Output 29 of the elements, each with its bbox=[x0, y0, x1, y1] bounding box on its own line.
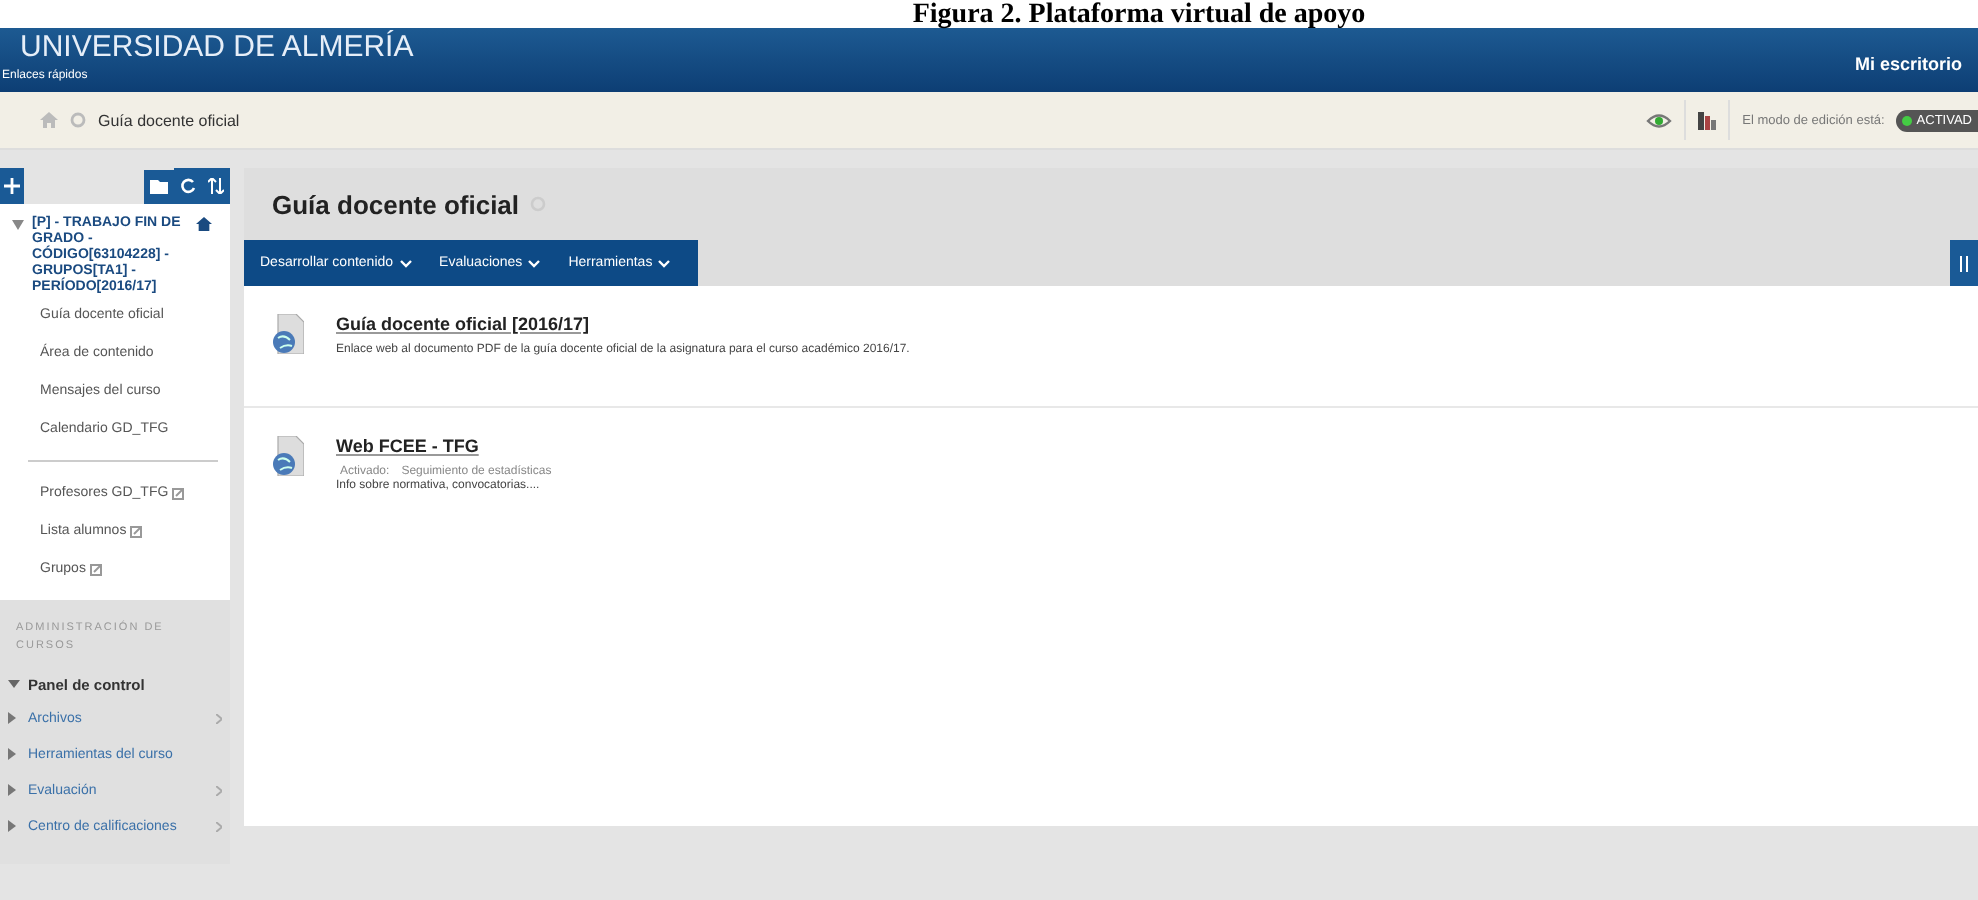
content-item-title[interactable]: Web FCEE - TFG bbox=[336, 436, 552, 456]
collapse-icon[interactable] bbox=[12, 220, 24, 230]
web-link-document-icon bbox=[272, 314, 304, 354]
eye-icon[interactable] bbox=[1646, 111, 1673, 129]
chevron-down-icon bbox=[399, 259, 412, 267]
folder-icon[interactable] bbox=[144, 169, 174, 203]
user-menu-link[interactable]: Mi escritorio bbox=[1854, 54, 1962, 74]
breadcrumb-item[interactable]: Guía docente oficial bbox=[98, 111, 240, 129]
chevron-down-icon bbox=[658, 259, 671, 267]
sort-icon[interactable] bbox=[202, 168, 230, 204]
external-link-icon bbox=[172, 487, 185, 499]
page-title: Guía docente oficial bbox=[272, 189, 520, 219]
expand-arrow-icon[interactable] bbox=[8, 712, 16, 724]
university-title: UNIVERSIDAD DE ALMERÍA bbox=[18, 28, 414, 64]
bars-icon bbox=[1958, 255, 1970, 271]
expand-arrow-icon[interactable] bbox=[8, 820, 16, 832]
web-link-document-icon bbox=[272, 436, 304, 476]
sort-button[interactable] bbox=[1950, 240, 1978, 286]
figure-caption: Figura 2. Plataforma virtual de apoyo bbox=[0, 0, 1978, 28]
external-link-icon bbox=[89, 563, 102, 575]
chevron-down-icon bbox=[528, 259, 541, 267]
add-icon[interactable] bbox=[0, 168, 24, 204]
expand-arrow-icon[interactable] bbox=[8, 678, 20, 690]
books-icon[interactable] bbox=[1698, 110, 1717, 130]
expand-arrow-icon[interactable] bbox=[8, 748, 16, 760]
content-item-title[interactable]: Guía docente oficial [2016/17] bbox=[336, 314, 910, 334]
home-icon[interactable] bbox=[196, 216, 212, 232]
external-link-icon bbox=[130, 525, 143, 537]
expand-arrow-icon[interactable] bbox=[8, 784, 16, 796]
